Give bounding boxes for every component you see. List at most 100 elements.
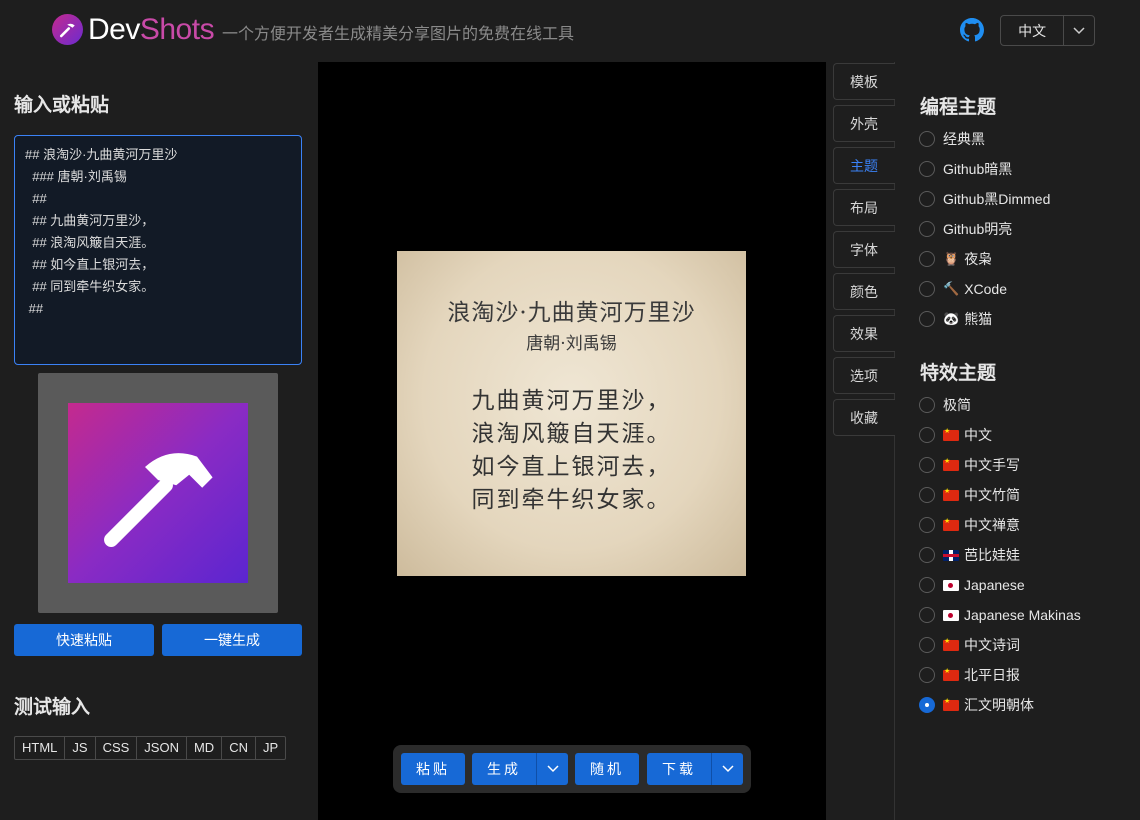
github-icon[interactable] [960,18,984,42]
radio-button[interactable] [919,131,935,147]
radio-button[interactable] [919,427,935,443]
effect-option[interactable]: 中文竹简 [919,485,1020,505]
radio-button[interactable] [919,637,935,653]
poem-line: 如今直上银河去， [471,454,672,480]
radio-button[interactable] [919,517,935,533]
test-js-button[interactable]: JS [65,737,96,759]
radio-button[interactable] [919,251,935,267]
effect-option[interactable]: 汇文明朝体 [919,695,1034,715]
poem-title: 浪淘沙·九曲黄河万里沙 [447,300,696,326]
theme-option[interactable]: Github黑Dimmed [919,189,1050,209]
generate-button[interactable]: 生成 [472,753,536,785]
effect-themes-title: 特效主题 [920,363,997,384]
radio-button[interactable] [919,191,935,207]
radio-button[interactable] [919,487,935,503]
test-cn-button[interactable]: CN [222,737,256,759]
tab-template[interactable]: 模板 [833,63,895,100]
effect-option-label: 中文 [964,427,992,443]
radio-button[interactable] [919,457,935,473]
theme-option[interactable]: Github明亮 [919,219,1012,239]
effect-option-label: 中文竹简 [964,487,1020,503]
theme-option[interactable]: Github暗黑 [919,159,1012,179]
bottom-toolbar: 粘贴 生成 随机 下载 [393,745,751,793]
generate-split-button: 生成 [472,753,568,785]
logo-preview [38,373,278,613]
test-md-button[interactable]: MD [187,737,223,759]
theme-option[interactable]: 经典黑 [919,129,985,149]
radio-button[interactable] [919,607,935,623]
radio-button[interactable] [919,397,935,413]
radio-button-checked[interactable] [919,697,935,713]
paste-button[interactable]: 粘贴 [401,753,465,785]
effect-option[interactable]: 中文诗词 [919,635,1020,655]
panda-icon: 🐼 [943,311,960,326]
tab-shell[interactable]: 外壳 [833,105,895,142]
test-input-title: 测试输入 [14,697,91,718]
radio-button[interactable] [919,161,935,177]
chevron-down-icon[interactable] [536,753,568,785]
download-button[interactable]: 下载 [647,753,711,785]
poem-card: 浪淘沙·九曲黄河万里沙 唐朝·刘禹锡 九曲黄河万里沙， 浪淘风簸自天涯。 如今直… [397,251,746,576]
test-json-button[interactable]: JSON [137,737,187,759]
tab-effect[interactable]: 效果 [833,315,895,352]
china-flag-icon [943,427,959,441]
theme-option-label: Github明亮 [943,221,1013,237]
chevron-down-icon[interactable] [711,753,743,785]
effect-option-label: 中文禅意 [964,517,1020,533]
radio-button[interactable] [919,281,935,297]
china-flag-icon [943,517,959,531]
effect-option-label: 中文手写 [964,457,1020,473]
radio-button[interactable] [919,311,935,327]
radio-button[interactable] [919,577,935,593]
theme-option-label: 熊猫 [964,311,993,327]
effect-option[interactable]: 中文 [919,425,992,445]
code-editor[interactable]: ## 浪淘沙·九曲黄河万里沙 ### 唐朝·刘禹锡 ## ## 九曲黄河万里沙，… [14,135,302,365]
hammer-preview-icon [68,403,248,583]
test-css-button[interactable]: CSS [96,737,138,759]
radio-button[interactable] [919,221,935,237]
poem-line: 九曲黄河万里沙， [471,388,672,414]
effect-option[interactable]: 极简 [919,395,971,415]
tab-font[interactable]: 字体 [833,231,895,268]
owl-icon: 🦉 [943,251,960,266]
brand-shots: Shots [139,13,215,46]
effect-option-label: 中文诗词 [964,637,1020,653]
uk-flag-icon [943,549,959,561]
input-section-title: 输入或粘贴 [14,95,110,116]
preview-canvas: 浪淘沙·九曲黄河万里沙 唐朝·刘禹锡 九曲黄河万里沙， 浪淘风簸自天涯。 如今直… [318,62,826,820]
china-flag-icon [943,457,959,471]
quick-paste-button[interactable]: 快速粘贴 [14,624,154,656]
brand-name[interactable]: DevShots [88,12,215,48]
hammer-logo-icon[interactable] [52,14,83,45]
effect-option[interactable]: 中文禅意 [919,515,1020,535]
radio-button[interactable] [919,667,935,683]
theme-option[interactable]: 🐼 熊猫 [919,309,992,329]
chevron-down-icon[interactable] [1063,16,1094,45]
poem-line: 浪淘风簸自天涯。 [471,421,672,447]
tab-options[interactable]: 选项 [833,357,895,394]
tab-favorites[interactable]: 收藏 [833,399,895,436]
effect-option[interactable]: 中文手写 [919,455,1020,475]
effect-option[interactable]: Japanese [919,575,1025,595]
radio-button[interactable] [919,547,935,563]
hammer-icon: 🔨 [943,281,960,296]
effect-option-label: 北平日报 [964,667,1020,683]
test-jp-button[interactable]: JP [256,737,285,759]
language-select[interactable]: 中文 [1000,15,1095,46]
theme-option[interactable]: 🔨 XCode [919,279,1007,299]
random-button[interactable]: 随机 [575,753,639,785]
tab-color[interactable]: 颜色 [833,273,895,310]
effect-option[interactable]: 芭比娃娃 [919,545,1020,565]
china-flag-icon [943,697,959,711]
brand-dev: Dev [88,13,140,46]
theme-option-label: Github黑Dimmed [943,191,1051,207]
one-click-generate-button[interactable]: 一键生成 [162,624,302,656]
effect-option[interactable]: Japanese Makinas [919,605,1081,625]
language-label: 中文 [1018,22,1047,39]
tab-layout[interactable]: 布局 [833,189,895,226]
tab-theme[interactable]: 主题 [833,147,895,184]
test-html-button[interactable]: HTML [15,737,66,759]
effect-option[interactable]: 北平日报 [919,665,1020,685]
theme-option[interactable]: 🦉 夜枭 [919,249,992,269]
download-split-button: 下载 [647,753,743,785]
